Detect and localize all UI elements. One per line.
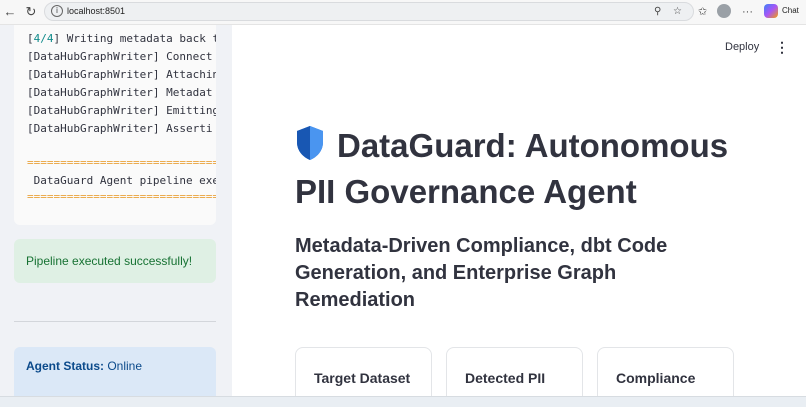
- profile-avatar[interactable]: [717, 4, 731, 18]
- address-bar[interactable]: i localhost:8501 ⚲ ☆: [44, 2, 694, 21]
- status-label: Agent Status:: [26, 359, 104, 373]
- status-value: Online: [107, 359, 143, 373]
- chat-label[interactable]: Chat: [782, 6, 799, 15]
- log-rule: ===============================: [27, 156, 216, 169]
- sidebar: [4/4] Writing metadata back t [DataHubGr…: [0, 25, 232, 396]
- log-rule: ===============================: [27, 190, 216, 203]
- card-label: Detected PII: [465, 370, 546, 386]
- log-line: [4/4] Writing metadata back t: [27, 32, 216, 45]
- more-options-icon[interactable]: ···: [742, 4, 753, 20]
- zoom-icon[interactable]: ⚲: [654, 5, 661, 19]
- log-line: [DataHubGraphWriter] Attachin: [27, 68, 216, 81]
- back-icon[interactable]: ←: [2, 4, 18, 20]
- log-line: [DataHubGraphWriter] Asserti: [27, 122, 213, 135]
- log-banner: DataGuard Agent pipeline exe: [27, 174, 216, 187]
- pipeline-log: [4/4] Writing metadata back t [DataHubGr…: [14, 25, 216, 225]
- log-line: [DataHubGraphWriter] Emitting: [27, 104, 216, 117]
- site-info-icon[interactable]: i: [51, 5, 63, 17]
- shield-icon: [295, 125, 325, 171]
- page-title: DataGuard: Autonomous PII Governance Age…: [295, 125, 775, 213]
- log-line: [DataHubGraphWriter] Connect: [27, 50, 213, 63]
- favorite-star-icon[interactable]: ☆: [673, 5, 682, 19]
- title-text: DataGuard: Autonomous PII Governance Age…: [295, 127, 729, 210]
- browser-toolbar: ← ↻ i localhost:8501 ⚲ ☆ ✩ ··· Chat: [0, 0, 806, 25]
- url-text: localhost:8501: [67, 6, 126, 16]
- card-label: Compliance: [616, 370, 696, 386]
- metric-card-target-dataset: Target Dataset: [295, 347, 432, 396]
- sidebar-divider: [14, 321, 216, 322]
- copilot-icon[interactable]: [764, 4, 778, 18]
- log-line: [DataHubGraphWriter] Metadat: [27, 86, 213, 99]
- agent-status-box: Agent Status: Online: [14, 347, 216, 396]
- success-alert: Pipeline executed successfully!: [14, 239, 216, 283]
- taskbar-strip: [0, 396, 806, 407]
- page-subtitle: Metadata-Driven Compliance, dbt Code Gen…: [295, 235, 668, 311]
- deploy-button[interactable]: Deploy: [725, 41, 759, 53]
- reload-icon[interactable]: ↻: [23, 4, 39, 20]
- metric-card-detected-pii: Detected PII: [446, 347, 583, 396]
- card-label: Target Dataset: [314, 370, 411, 386]
- favorites-icon[interactable]: ✩: [698, 4, 707, 20]
- metric-card-compliance: Compliance: [597, 347, 734, 396]
- main-content: Deploy ⋮ DataGuard: Autonomous PII Gover…: [232, 25, 806, 396]
- kebab-menu-icon[interactable]: ⋮: [775, 39, 789, 56]
